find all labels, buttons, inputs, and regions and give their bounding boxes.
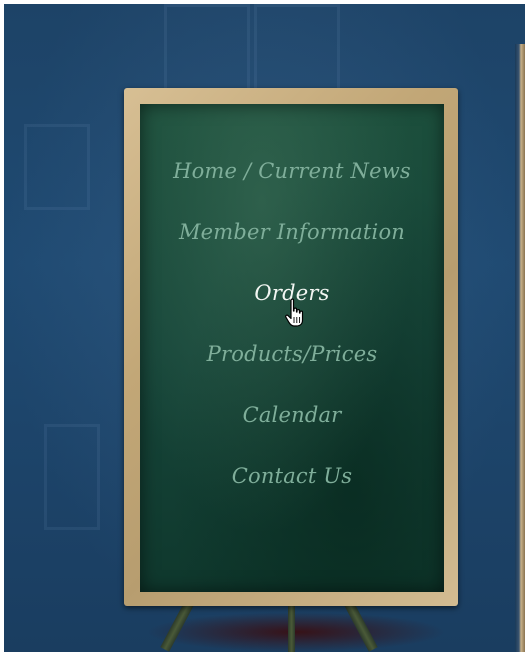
nav-item-member-information[interactable]: Member Information bbox=[140, 221, 444, 282]
chalkboard-frame: Home / Current News Member Information O… bbox=[124, 88, 458, 606]
nav-item-calendar[interactable]: Calendar bbox=[140, 404, 444, 465]
nav-item-label[interactable]: Home / Current News bbox=[173, 159, 411, 183]
background-window bbox=[254, 4, 340, 100]
nav-item-contact-us[interactable]: Contact Us bbox=[140, 465, 444, 526]
nav-item-label[interactable]: Calendar bbox=[243, 403, 342, 427]
nav-item-home[interactable]: Home / Current News bbox=[140, 160, 444, 221]
background-window bbox=[24, 124, 90, 210]
background-window bbox=[44, 424, 100, 530]
main-navigation: Home / Current News Member Information O… bbox=[140, 160, 444, 526]
nav-item-label[interactable]: Member Information bbox=[179, 220, 405, 244]
easel-leg bbox=[288, 602, 295, 652]
nav-item-label[interactable]: Contact Us bbox=[232, 464, 353, 488]
adjacent-board-edge bbox=[515, 44, 525, 652]
easel-shadow bbox=[146, 612, 446, 652]
chalkboard: Home / Current News Member Information O… bbox=[140, 104, 444, 592]
nav-item-products-prices[interactable]: Products/Prices bbox=[140, 343, 444, 404]
background-window bbox=[164, 4, 250, 100]
hand-pointer-icon bbox=[285, 298, 304, 327]
nav-item-label[interactable]: Products/Prices bbox=[207, 342, 378, 366]
